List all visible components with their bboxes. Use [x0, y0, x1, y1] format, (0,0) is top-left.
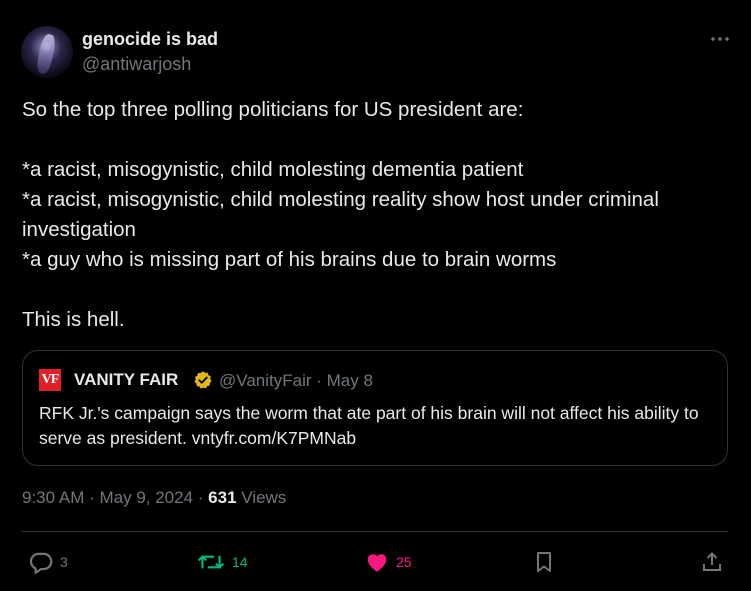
- reply-icon: [28, 549, 54, 575]
- bookmark-button[interactable]: [532, 549, 556, 575]
- repost-icon: [196, 549, 226, 575]
- share-icon: [700, 549, 724, 575]
- quoted-display-name: VANITY FAIR: [74, 370, 179, 389]
- like-button[interactable]: 25: [364, 549, 412, 575]
- avatar[interactable]: [21, 26, 73, 78]
- quoted-text: RFK Jr.'s campaign says the worm that at…: [39, 403, 699, 448]
- views-count: 631: [208, 488, 237, 507]
- reply-button[interactable]: 3: [28, 549, 68, 575]
- repost-button[interactable]: 14: [196, 549, 248, 575]
- verified-badge-icon: [193, 370, 213, 390]
- more-icon[interactable]: [708, 28, 732, 48]
- like-icon: [364, 549, 390, 575]
- vanity-fair-logo: VF: [39, 369, 61, 391]
- divider: [22, 531, 728, 532]
- tweet-meta: 9:30 AM · May 9, 2024 · 631 Views: [22, 488, 286, 508]
- repost-count: 14: [232, 554, 248, 570]
- like-count: 25: [396, 554, 412, 570]
- quoted-tweet[interactable]: VF VANITY FAIR @VanityFair · May 8 RFK J…: [22, 350, 728, 466]
- user-handle[interactable]: @antiwarjosh: [82, 54, 191, 75]
- share-button[interactable]: [700, 549, 724, 575]
- views-label: Views: [236, 488, 287, 507]
- display-name[interactable]: genocide is bad: [82, 29, 218, 50]
- reply-count: 3: [60, 554, 68, 570]
- timestamp[interactable]: 9:30 AM · May 9, 2024 ·: [22, 488, 208, 507]
- bookmark-icon: [532, 549, 556, 575]
- quoted-handle-date: @VanityFair · May 8: [219, 371, 373, 390]
- tweet-text: So the top three polling politicians for…: [22, 98, 659, 331]
